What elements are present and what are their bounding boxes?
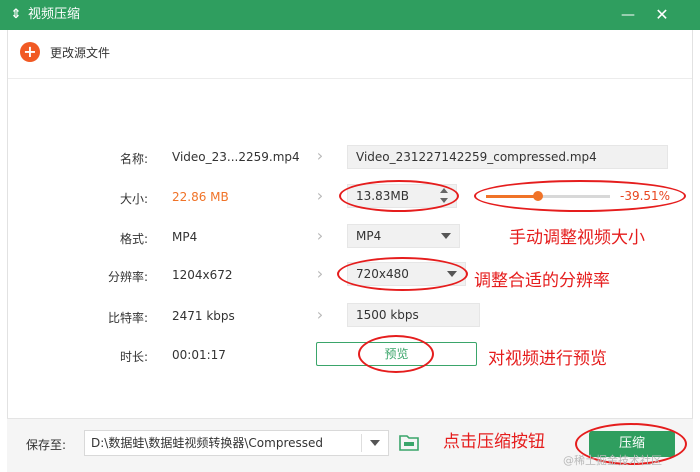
name-label: 名称: bbox=[119, 152, 148, 166]
format-label: 格式: bbox=[119, 232, 148, 246]
minimize-button[interactable]: — bbox=[617, 4, 639, 26]
annotation-ellipse bbox=[339, 180, 459, 212]
save-path-value: D:\数据蛙\数据蛙视频转换器\Compressed bbox=[91, 436, 323, 450]
output-name-field[interactable]: Video_231227142259_compressed.mp4 bbox=[347, 145, 668, 169]
source-name-value: Video_23...2259.mp4 bbox=[172, 150, 300, 164]
title-bar: ⇕ 视频压缩 — ✕ bbox=[0, 0, 700, 30]
annotation-resolution-text: 调整合适的分辨率 bbox=[474, 271, 610, 291]
change-source-label: 更改源文件 bbox=[50, 45, 111, 60]
bitrate-label: 比特率: bbox=[107, 311, 148, 325]
source-resolution-value: 1204x672 bbox=[172, 268, 233, 282]
change-source-button[interactable]: + 更改源文件 bbox=[20, 41, 110, 63]
chevron-right-icon: › bbox=[316, 226, 324, 245]
annotation-ellipse bbox=[474, 180, 686, 212]
source-duration-value: 00:01:17 bbox=[172, 348, 226, 362]
source-size-value: 22.86 MB bbox=[172, 190, 229, 204]
source-bitrate-value: 2471 kbps bbox=[172, 309, 235, 323]
watermark: @稀土掘金技术社区 bbox=[563, 454, 662, 467]
annotation-compress-text: 点击压缩按钮 bbox=[443, 432, 545, 452]
annotation-ellipse bbox=[337, 257, 468, 291]
divider bbox=[8, 78, 692, 79]
compress-icon: ⇕ bbox=[10, 7, 22, 22]
dropdown-arrow-icon bbox=[441, 233, 451, 239]
close-button[interactable]: ✕ bbox=[651, 4, 673, 26]
source-format-value: MP4 bbox=[172, 230, 198, 244]
output-format-select[interactable]: MP4 bbox=[347, 224, 460, 248]
size-label: 大小: bbox=[119, 192, 148, 206]
main-panel bbox=[7, 30, 693, 472]
plus-icon: + bbox=[20, 42, 40, 62]
folder-icon[interactable] bbox=[399, 434, 419, 451]
dropdown-arrow-icon[interactable] bbox=[370, 440, 380, 446]
duration-label: 时长: bbox=[119, 350, 148, 364]
window-title: 视频压缩 bbox=[28, 7, 81, 22]
save-to-label: 保存至: bbox=[26, 438, 67, 452]
chevron-right-icon: › bbox=[316, 305, 324, 324]
chevron-right-icon: › bbox=[316, 146, 324, 165]
annotation-preview-text: 对视频进行预览 bbox=[488, 349, 607, 369]
output-bitrate-field[interactable]: 1500 kbps bbox=[347, 303, 480, 327]
chevron-right-icon: › bbox=[316, 186, 324, 205]
resolution-label: 分辨率: bbox=[107, 270, 148, 284]
divider bbox=[361, 434, 362, 452]
annotation-ellipse bbox=[358, 335, 434, 373]
save-path-select[interactable]: D:\数据蛙\数据蛙视频转换器\Compressed bbox=[84, 430, 389, 456]
annotation-size-text: 手动调整视频大小 bbox=[509, 228, 645, 248]
chevron-right-icon: › bbox=[316, 264, 324, 283]
output-format-value: MP4 bbox=[356, 229, 382, 243]
